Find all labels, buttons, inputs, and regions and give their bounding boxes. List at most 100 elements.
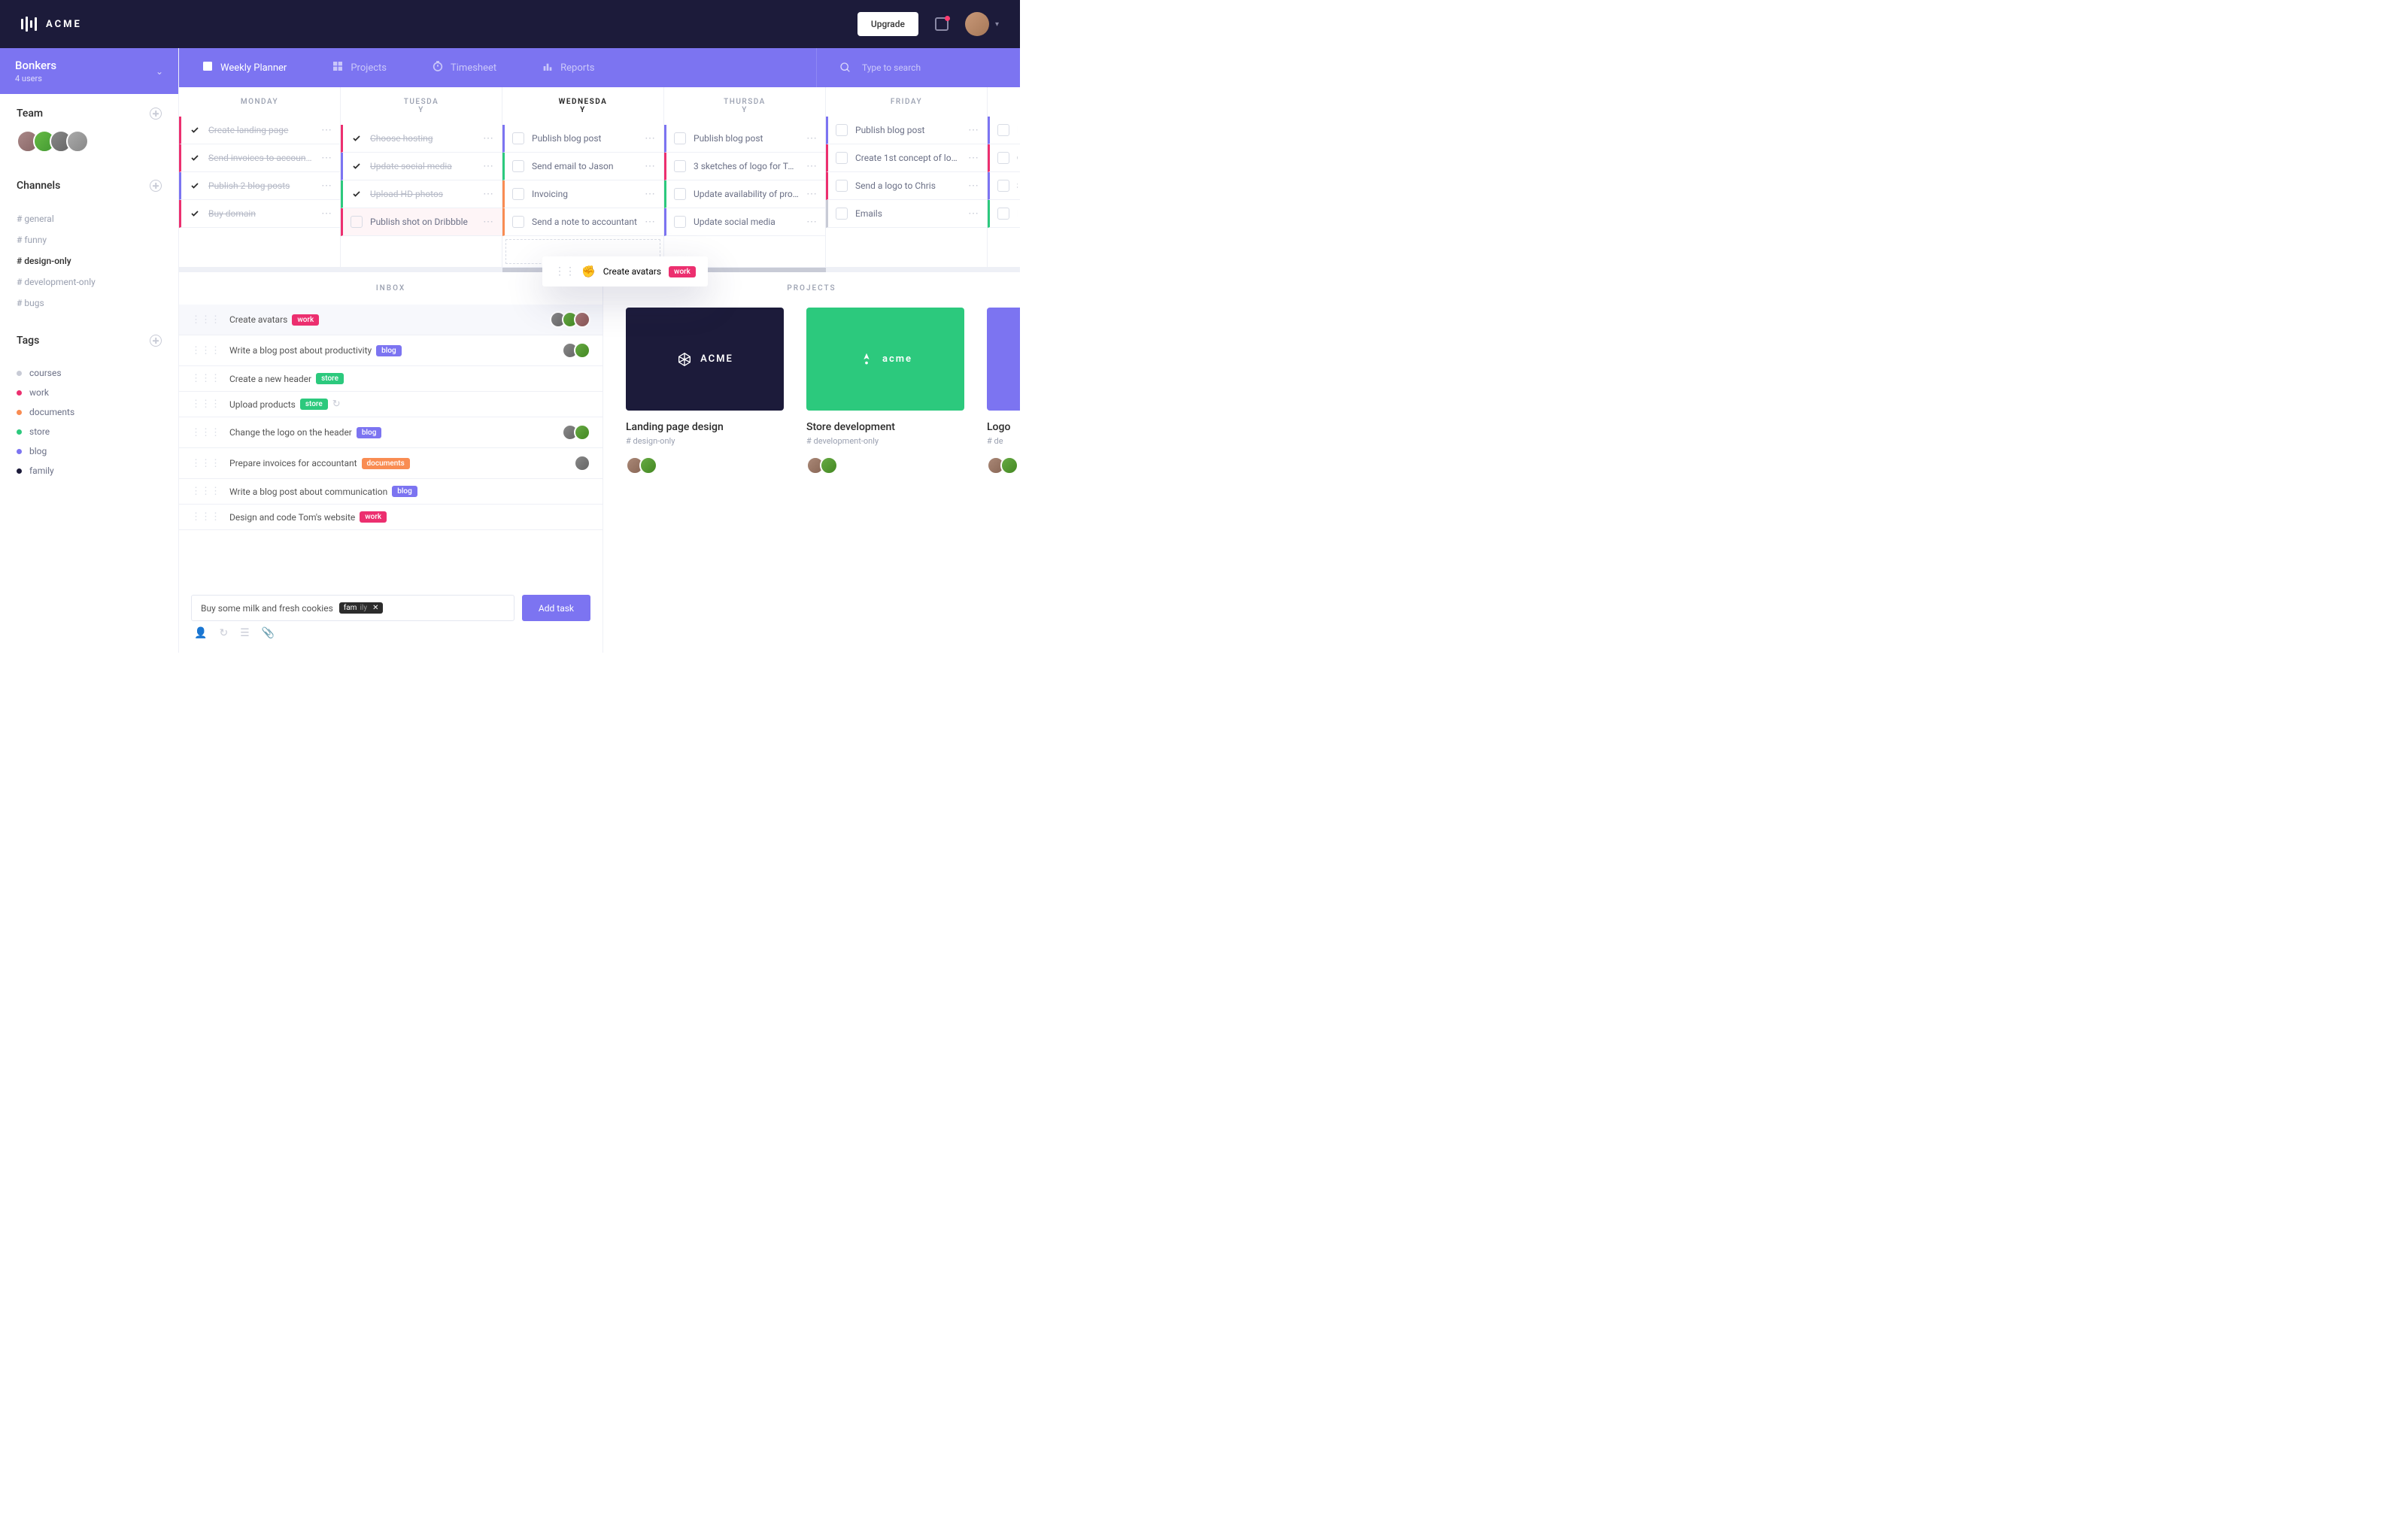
inbox-task-row[interactable]: ⋮⋮⋮Write a blog post about communication…	[179, 479, 603, 505]
task-more-icon[interactable]: ⋯	[968, 124, 979, 136]
task-checkbox[interactable]	[836, 124, 848, 136]
task-checkbox[interactable]	[189, 208, 201, 220]
project-card[interactable]: acmeStore development# development-only	[806, 308, 964, 474]
add-channel-button[interactable]	[150, 180, 162, 192]
tag-item[interactable]: documents	[0, 402, 178, 422]
drag-grip-icon[interactable]: ⋮⋮⋮	[191, 427, 220, 438]
tag-item[interactable]: work	[0, 383, 178, 402]
inbox-task-row[interactable]: ⋮⋮⋮Create avatarswork	[179, 305, 603, 335]
upgrade-button[interactable]: Upgrade	[857, 12, 918, 36]
task-checkbox[interactable]	[674, 160, 686, 172]
drag-grip-icon[interactable]: ⋮⋮⋮	[191, 314, 220, 326]
drag-grip-icon[interactable]: ⋮⋮⋮	[191, 458, 220, 469]
inbox-task-row[interactable]: ⋮⋮⋮Prepare invoices for accountantdocume…	[179, 448, 603, 479]
task-more-icon[interactable]: ⋯	[806, 132, 818, 144]
task-more-icon[interactable]: ⋯	[483, 132, 494, 144]
task-more-icon[interactable]: ⋯	[483, 160, 494, 172]
task-more-icon[interactable]: ⋯	[645, 160, 656, 172]
tag-item[interactable]: courses	[0, 363, 178, 383]
task-more-icon[interactable]: ⋯	[968, 180, 979, 192]
planner-task[interactable]: Soc	[988, 172, 1020, 200]
search[interactable]	[816, 48, 1020, 87]
add-team-button[interactable]	[150, 108, 162, 120]
task-checkbox[interactable]	[674, 188, 686, 200]
inbox-task-row[interactable]: ⋮⋮⋮Write a blog post about productivityb…	[179, 335, 603, 366]
task-more-icon[interactable]: ⋯	[645, 216, 656, 228]
planner-task[interactable]: Create 1st concept of logo⋯	[826, 144, 987, 172]
planner-task[interactable]: Update availability of products⋯	[664, 180, 825, 208]
task-checkbox[interactable]	[512, 188, 524, 200]
project-card[interactable]: ACMELanding page design# design-only	[626, 308, 784, 474]
task-checkbox[interactable]	[674, 216, 686, 228]
task-checkbox[interactable]	[836, 180, 848, 192]
planner-task[interactable]: Upload HD photos⋯	[341, 180, 502, 208]
planner-task[interactable]: Publ	[988, 117, 1020, 144]
task-checkbox[interactable]	[997, 124, 1009, 136]
task-checkbox[interactable]	[836, 208, 848, 220]
attachment-icon[interactable]: 📎	[262, 627, 275, 639]
add-tag-button[interactable]	[150, 335, 162, 347]
planner-task[interactable]: Publish blog post⋯	[826, 117, 987, 144]
planner-task[interactable]: Send email to Jason⋯	[502, 153, 663, 180]
project-card[interactable]: Logo# de	[987, 308, 1020, 474]
nav-tab-reports[interactable]: Reports	[519, 48, 617, 87]
channel-item[interactable]: # design-only	[0, 250, 178, 271]
planner-task[interactable]: 3 sketches of logo for Tom⋯	[664, 153, 825, 180]
channel-item[interactable]: # funny	[0, 229, 178, 250]
task-checkbox[interactable]	[351, 188, 363, 200]
planner-task[interactable]: Choose hosting⋯	[341, 125, 502, 153]
planner-task[interactable]: Send a note to accountant⋯	[502, 208, 663, 236]
tag-item[interactable]: blog	[0, 441, 178, 461]
task-checkbox[interactable]	[512, 132, 524, 144]
planner-task[interactable]: Publish shot on Dribbble⋯	[341, 208, 502, 236]
tag-autocomplete[interactable]: family✕	[339, 602, 384, 614]
planner-task[interactable]: Publish blog post⋯	[502, 125, 663, 153]
task-more-icon[interactable]: ⋯	[321, 180, 332, 192]
tag-item[interactable]: family	[0, 461, 178, 480]
drag-grip-icon[interactable]: ⋮⋮⋮	[191, 511, 220, 523]
task-dropzone[interactable]: ⋮⋮✊Create avatarswork	[505, 239, 660, 264]
task-more-icon[interactable]: ⋯	[645, 188, 656, 200]
list-icon[interactable]: ☰	[240, 627, 250, 639]
task-more-icon[interactable]: ⋯	[806, 160, 818, 172]
inbox-task-row[interactable]: ⋮⋮⋮Upload productsstore↻	[179, 392, 603, 417]
task-checkbox[interactable]	[997, 208, 1009, 220]
task-checkbox[interactable]	[351, 216, 363, 228]
task-checkbox[interactable]	[512, 160, 524, 172]
planner-task[interactable]: Invoicing⋯	[502, 180, 663, 208]
drag-grip-icon[interactable]: ⋮⋮⋮	[191, 345, 220, 356]
planner-task[interactable]: Emails⋯	[826, 200, 987, 228]
planner-task[interactable]: Publish 2 blog posts⋯	[179, 172, 340, 200]
task-checkbox[interactable]	[674, 132, 686, 144]
task-checkbox[interactable]	[189, 180, 201, 192]
task-checkbox[interactable]	[836, 152, 848, 164]
team-avatars[interactable]	[17, 130, 162, 153]
planner-task[interactable]: Buy domain⋯	[179, 200, 340, 228]
task-more-icon[interactable]: ⋯	[483, 188, 494, 200]
planner-task[interactable]: Send invoices to accountant⋯	[179, 144, 340, 172]
channel-item[interactable]: # development-only	[0, 271, 178, 293]
logo[interactable]: ACME	[21, 17, 82, 32]
task-checkbox[interactable]	[351, 132, 363, 144]
workspace-switcher[interactable]: Bonkers 4 users ⌄	[0, 48, 178, 94]
search-input[interactable]	[862, 62, 997, 73]
task-checkbox[interactable]	[997, 180, 1009, 192]
tag-item[interactable]: store	[0, 422, 178, 441]
drag-grip-icon[interactable]: ⋮⋮⋮	[191, 399, 220, 410]
dragging-task-card[interactable]: ⋮⋮✊Create avatarswork	[542, 256, 708, 286]
task-more-icon[interactable]: ⋯	[806, 216, 818, 228]
nav-tab-weekly-planner[interactable]: Weekly Planner	[179, 48, 309, 87]
nav-tab-timesheet[interactable]: Timesheet	[409, 48, 519, 87]
inbox-task-row[interactable]: ⋮⋮⋮Create a new headerstore	[179, 366, 603, 392]
task-more-icon[interactable]: ⋯	[321, 208, 332, 220]
planner-task[interactable]: Publish blog post⋯	[664, 125, 825, 153]
inbox-task-row[interactable]: ⋮⋮⋮Design and code Tom's websitework	[179, 505, 603, 530]
task-more-icon[interactable]: ⋯	[968, 152, 979, 164]
recurring-icon[interactable]: ↻	[219, 627, 228, 639]
task-checkbox[interactable]	[189, 124, 201, 136]
task-more-icon[interactable]: ⋯	[483, 216, 494, 228]
channel-item[interactable]: # general	[0, 208, 178, 229]
inbox-task-row[interactable]: ⋮⋮⋮Change the logo on the headerblog	[179, 417, 603, 448]
task-more-icon[interactable]: ⋯	[968, 208, 979, 220]
planner-task[interactable]: Send a logo to Chris⋯	[826, 172, 987, 200]
